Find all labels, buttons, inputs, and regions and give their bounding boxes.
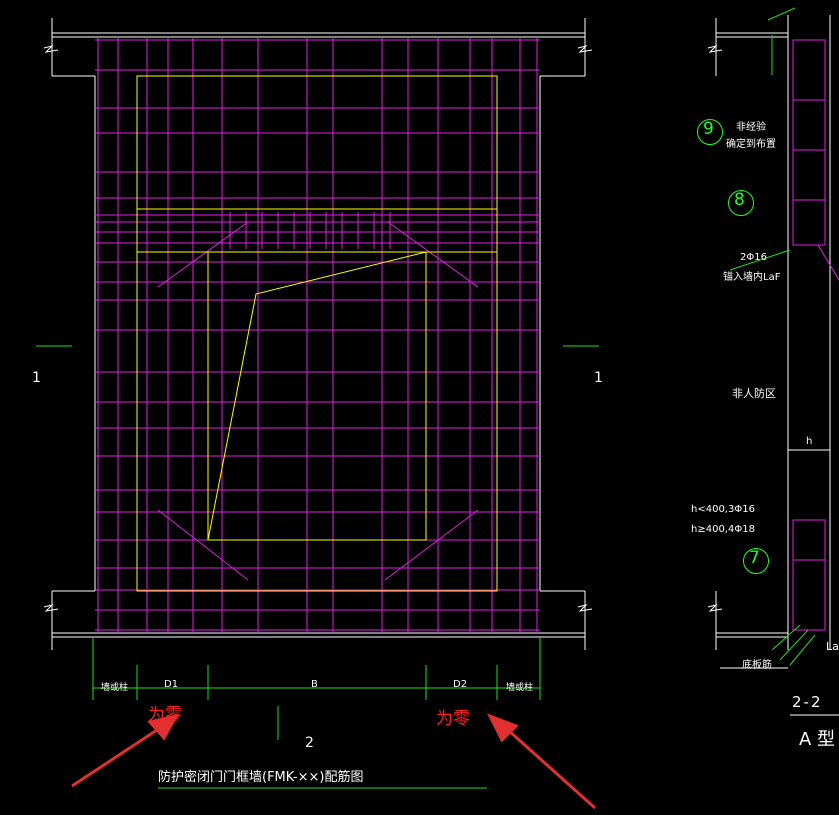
dim-label-d1: D1: [164, 679, 179, 690]
note-zone: 非人防区: [732, 387, 776, 400]
drawing-title: 防护密闭门门框墙(FMK-××)配筋图: [158, 770, 364, 785]
note-h-lt: h<400,3Φ16: [691, 504, 755, 515]
rebar-diagonal: [384, 509, 479, 581]
dim-label-b: B: [311, 679, 318, 690]
circle-7-label: 7: [749, 548, 760, 568]
wall-outline: [43, 18, 593, 650]
note-bottom-bar: 底板筋: [742, 660, 772, 671]
section-detail: [707, 15, 839, 716]
dim-label-d2: D2: [453, 679, 468, 690]
section-mark-left: 1: [32, 370, 41, 386]
dim-label-wall-right: 墙或柱: [506, 683, 534, 693]
note-9-line1: 非经验: [736, 122, 766, 133]
section-mark-bottom: 2: [305, 735, 314, 751]
note-8-anchor: 锚入墙内LaF: [723, 272, 781, 283]
annotation-right: 为零: [436, 709, 470, 729]
note-h-ge: h≥400,4Φ18: [691, 524, 755, 535]
circle-8-label: 8: [734, 190, 745, 210]
section-title: 2-2: [792, 693, 823, 711]
rebar-grid: [95, 37, 540, 633]
circle-9-label: 9: [703, 119, 714, 139]
rebar-diagonal: [157, 509, 249, 581]
note-la: La: [826, 640, 839, 653]
section-mark-right: 1: [594, 370, 603, 386]
note-8-bar: 2Φ16: [740, 252, 767, 263]
red-arrows: [71, 713, 597, 810]
note-dim-h: h: [806, 436, 813, 447]
door-opening: [136, 75, 498, 592]
type-label: A 型: [799, 729, 836, 750]
note-9-line2: 确定到布置: [726, 139, 776, 150]
section-rebar: [792, 39, 839, 631]
dim-label-wall-left: 墙或柱: [101, 683, 129, 693]
annotation-left: 为零: [148, 705, 182, 725]
dimension-lines: [36, 345, 599, 789]
section-leaders: [729, 7, 816, 666]
